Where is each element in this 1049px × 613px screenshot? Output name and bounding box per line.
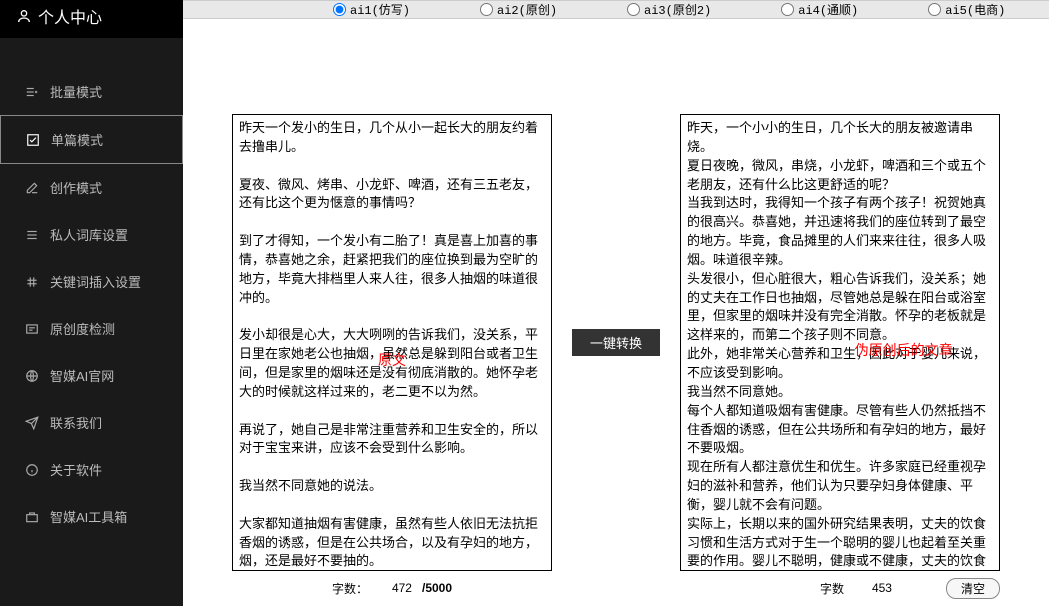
toolbox-icon [24,510,40,524]
mode-radio-label: ai1(仿写) [350,1,410,18]
mode-radio-input-0[interactable] [333,3,346,16]
sidebar-header: 个人中心 [0,0,183,38]
mode-radio-label: ai3(原创2) [644,1,711,18]
sidebar-item-label: 创作模式 [50,178,102,197]
header-title: 个人中心 [38,4,102,28]
source-count-max: /5000 [422,581,452,595]
source-count-value: 472 [392,581,412,595]
sidebar-item-check[interactable]: 原创度检测 [0,305,183,352]
mode-radio-label: ai4(通顺) [798,1,858,18]
sidebar-item-label: 批量模式 [50,82,102,101]
check-icon [24,322,40,336]
sidebar-item-label: 智媒AI工具箱 [50,507,127,526]
workspace: 原文 字数： 472 /5000 一键转换 昨天，一个小小的生日，几个长大的朋友… [183,19,1049,613]
globe-icon [24,369,40,383]
mode-radio-4[interactable]: ai5(电商) [928,1,1005,18]
user-icon [16,8,32,24]
mode-radio-2[interactable]: ai3(原创2) [627,1,711,18]
sidebar-item-batch[interactable]: 批量模式 [0,68,183,115]
result-count-label: 字数 [820,580,844,597]
sidebar-item-label: 原创度检测 [50,319,115,338]
mode-radio-input-2[interactable] [627,3,640,16]
source-textarea[interactable] [233,115,551,570]
result-footer: 字数 453 清空 [680,577,1000,599]
sidebar-item-create[interactable]: 创作模式 [0,164,183,211]
sidebar-item-label: 智媒AI官网 [50,366,114,385]
about-icon [24,463,40,477]
keyword-icon [24,275,40,289]
mode-radio-0[interactable]: ai1(仿写) [333,1,410,18]
mode-radio-input-1[interactable] [480,3,493,16]
sidebar-item-toolbox[interactable]: 智媒AI工具箱 [0,493,183,540]
main-area: ai1(仿写)ai2(原创)ai3(原创2)ai4(通顺)ai5(电商) 原文 … [183,0,1049,606]
result-count-value: 453 [872,581,892,595]
batch-icon [24,85,40,99]
result-panel: 昨天，一个小小的生日，几个长大的朋友被邀请串烧。夏日夜晚，微风，串烧，小龙虾，啤… [680,114,1000,571]
single-icon [25,133,41,147]
result-content[interactable]: 昨天，一个小小的生日，几个长大的朋友被邀请串烧。夏日夜晚，微风，串烧，小龙虾，啤… [681,115,999,570]
dict-icon [24,228,40,242]
sidebar-item-contact[interactable]: 联系我们 [0,399,183,446]
mode-radio-1[interactable]: ai2(原创) [480,1,557,18]
center-column: 一键转换 [572,114,660,571]
mode-radio-3[interactable]: ai4(通顺) [781,1,858,18]
sidebar-item-keyword[interactable]: 关键词插入设置 [0,258,183,305]
sidebar-item-single[interactable]: 单篇模式 [0,115,183,164]
mode-radio-input-4[interactable] [928,3,941,16]
sidebar-item-label: 关键词插入设置 [50,272,141,291]
sidebar-item-globe[interactable]: 智媒AI官网 [0,352,183,399]
mode-radio-input-3[interactable] [781,3,794,16]
sidebar-item-label: 联系我们 [50,413,102,432]
sidebar-item-label: 关于软件 [50,460,102,479]
sidebar: 个人中心 批量模式单篇模式创作模式私人词库设置关键词插入设置原创度检测智媒AI官… [0,0,183,606]
mode-radio-label: ai5(电商) [945,1,1005,18]
sidebar-item-label: 私人词库设置 [50,225,128,244]
mode-radio-label: ai2(原创) [497,1,557,18]
sidebar-item-dict[interactable]: 私人词库设置 [0,211,183,258]
source-count-label: 字数： [332,580,368,597]
create-icon [24,181,40,195]
clear-button[interactable]: 清空 [946,578,1000,599]
mode-radio-bar: ai1(仿写) ai2(原创) ai3(原创2) ai4(通顺) ai5(电商) [183,0,1049,19]
source-panel: 原文 [232,114,552,571]
sidebar-item-about[interactable]: 关于软件 [0,446,183,493]
source-footer: 字数： 472 /5000 [232,577,552,599]
contact-icon [24,416,40,430]
convert-button[interactable]: 一键转换 [572,329,660,356]
sidebar-item-label: 单篇模式 [51,130,103,149]
